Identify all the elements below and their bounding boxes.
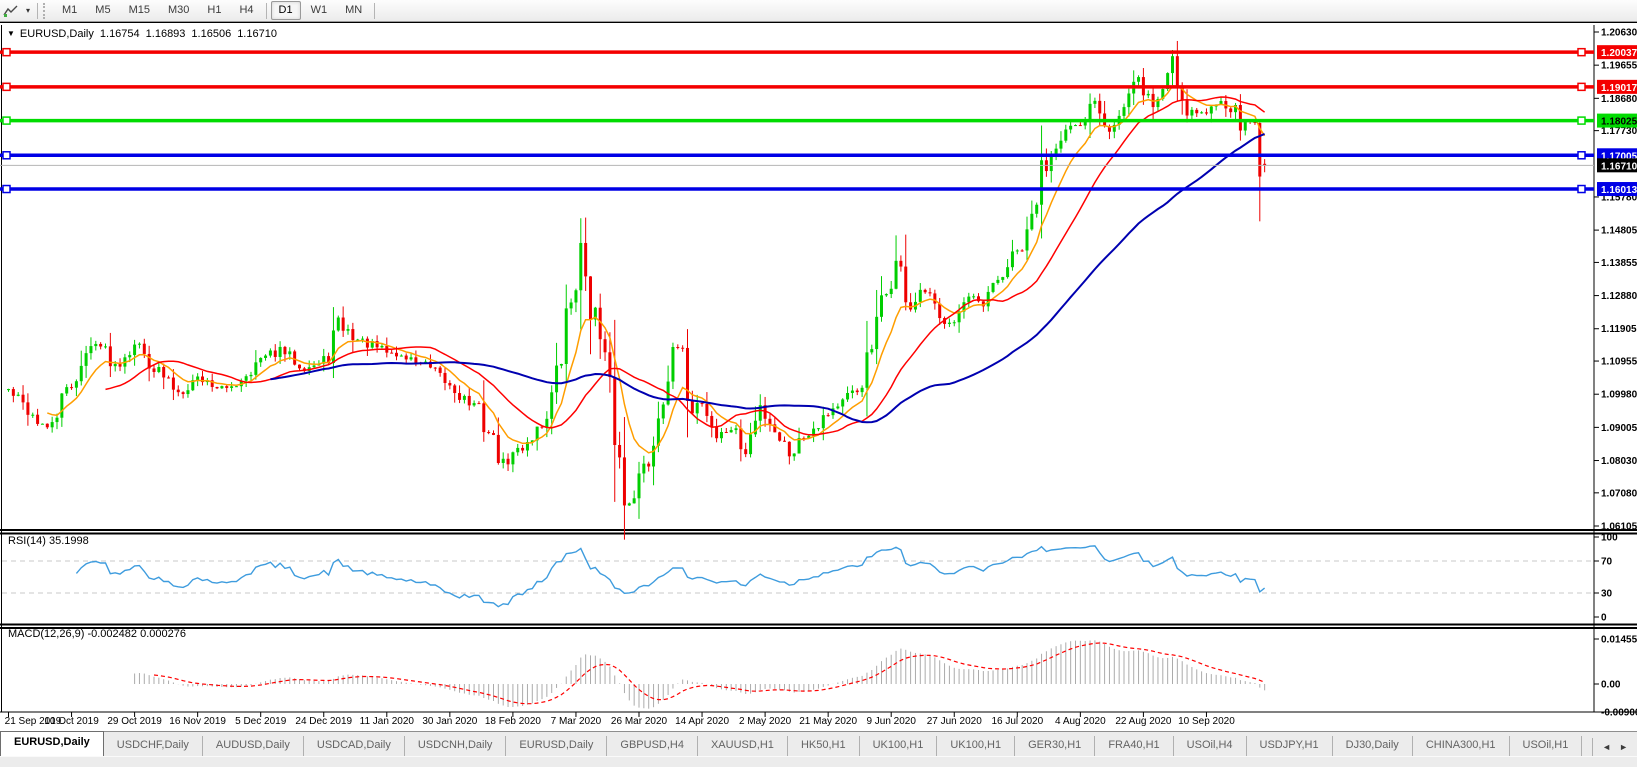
svg-text:1.18680: 1.18680: [1601, 94, 1637, 105]
tab-17-usoil-h1[interactable]: USOil,H1: [1510, 736, 1583, 756]
svg-text:0.014556: 0.014556: [1601, 635, 1637, 646]
chart-symbol: EURUSD,Daily: [19, 28, 94, 40]
symbol-tabbar: EURUSD,Daily USDCHF,Daily AUDUSD,Daily USDC…: [0, 731, 1637, 757]
tab-14-usdjpy-h1[interactable]: USDJPY,H1: [1247, 736, 1333, 756]
tab-8-hk50-h1[interactable]: HK50,H1: [788, 736, 860, 756]
toolbar-grip[interactable]: [43, 2, 49, 19]
toolbar: ▾ M1 M5 M15 M30 H1 H4 D1 W1 MN: [0, 0, 1637, 22]
tab-13-usoil-h4[interactable]: USOil,H4: [1174, 736, 1247, 756]
svg-text:1.20037: 1.20037: [1601, 48, 1637, 59]
tab-7-xauusd-h1[interactable]: XAUUSD,H1: [698, 736, 788, 756]
svg-text:30: 30: [1601, 589, 1613, 600]
svg-text:1.16013: 1.16013: [1601, 185, 1637, 196]
timeframe-button-h4[interactable]: H4: [231, 1, 261, 20]
timeframe-button-m15[interactable]: M15: [121, 1, 158, 20]
svg-text:26 Mar 2020: 26 Mar 2020: [611, 716, 668, 727]
svg-text:1.06105: 1.06105: [1601, 522, 1637, 533]
chart-canvas[interactable]: 1.206301.196551.186801.177301.157801.148…: [0, 23, 1637, 732]
timeframe-button-mn[interactable]: MN: [337, 1, 370, 20]
svg-text:24 Dec 2019: 24 Dec 2019: [295, 716, 352, 727]
svg-text:1.17730: 1.17730: [1601, 126, 1637, 137]
mt4-terminal: { "toolbar": { "dropdown_caret": "▾", "t…: [0, 0, 1637, 767]
timeframe-button-d1[interactable]: D1: [270, 1, 301, 20]
symbol-tabs: EURUSD,Daily USDCHF,Daily AUDUSD,Daily USDC…: [0, 731, 1583, 757]
svg-text:1.13855: 1.13855: [1601, 258, 1637, 269]
svg-text:30 Jan 2020: 30 Jan 2020: [422, 716, 477, 727]
macd-indicator-label: MACD(12,26,9) -0.002482 0.000276: [8, 628, 186, 640]
svg-text:16 Nov 2019: 16 Nov 2019: [169, 716, 226, 727]
tab-1-usdchf-daily[interactable]: USDCHF,Daily: [104, 736, 203, 756]
ohlc-open: 1.16754: [99, 28, 140, 40]
svg-text:18 Feb 2020: 18 Feb 2020: [485, 716, 542, 727]
ohlc-high: 1.16893: [145, 28, 186, 40]
tab-9-uk100-h1[interactable]: UK100,H1: [860, 736, 938, 756]
svg-text:7 Mar 2020: 7 Mar 2020: [551, 716, 602, 727]
tab-scroll-left-icon[interactable]: ◄: [1602, 742, 1611, 752]
tab-10-uk100-h1[interactable]: UK100,H1: [937, 736, 1016, 756]
toolbar-separator: [265, 2, 267, 19]
svg-text:1.19017: 1.19017: [1601, 83, 1637, 94]
svg-text:1.11905: 1.11905: [1601, 324, 1637, 335]
svg-text:22 Aug 2020: 22 Aug 2020: [1115, 716, 1172, 727]
svg-text:10 Oct 2019: 10 Oct 2019: [44, 716, 99, 727]
svg-text:0.00: 0.00: [1601, 680, 1621, 691]
ohlc-low: 1.16506: [191, 28, 232, 40]
chart-line-icon: [3, 5, 18, 17]
tab-3-usdcad-daily[interactable]: USDCAD,Daily: [304, 736, 405, 756]
svg-text:1.19655: 1.19655: [1601, 61, 1637, 72]
tab-16-china300-h1[interactable]: CHINA300,H1: [1413, 736, 1510, 756]
tab-15-dj30-daily[interactable]: DJ30,Daily: [1333, 736, 1413, 756]
svg-text:5 Dec 2019: 5 Dec 2019: [235, 716, 287, 727]
svg-text:1.10955: 1.10955: [1601, 357, 1637, 368]
svg-text:1.08030: 1.08030: [1601, 456, 1637, 467]
tab-6-gbpusd-h4[interactable]: GBPUSD,H4: [607, 736, 698, 756]
chart-window: 1.20630 1.19655 1.18680 1.17730 1.15780 1.148…: [0, 22, 1637, 731]
svg-text:9 Jun 2020: 9 Jun 2020: [866, 716, 916, 727]
svg-text:-0.009003: -0.009003: [1601, 708, 1637, 719]
ohlc-close: 1.16710: [237, 28, 277, 40]
timeframe-buttons: M1 M5 M15 M30 H1 H4 D1 W1 MN: [53, 0, 371, 22]
tab-scroll-right-icon[interactable]: ►: [1619, 742, 1628, 752]
svg-text:100: 100: [1601, 533, 1618, 544]
svg-text:1.20630: 1.20630: [1601, 28, 1637, 39]
svg-text:29 Oct 2019: 29 Oct 2019: [107, 716, 162, 727]
svg-text:4 Aug 2020: 4 Aug 2020: [1055, 716, 1106, 727]
timeframe-button-m5[interactable]: M5: [87, 1, 118, 20]
svg-text:70: 70: [1601, 557, 1613, 568]
svg-text:1.18025: 1.18025: [1601, 117, 1637, 128]
tab-12-fra40-h1[interactable]: FRA40,H1: [1095, 736, 1174, 756]
svg-text:1.16710: 1.16710: [1601, 161, 1637, 172]
svg-text:1.09980: 1.09980: [1601, 390, 1637, 401]
chart-tools-button[interactable]: [0, 1, 22, 21]
toolbar-separator: [374, 2, 376, 19]
status-strip: [0, 756, 1637, 767]
chart-tools-dropdown[interactable]: ▾: [22, 1, 34, 21]
tab-5-eurusd-daily[interactable]: EURUSD,Daily: [506, 736, 608, 756]
svg-text:14 Apr 2020: 14 Apr 2020: [675, 716, 729, 727]
svg-text:1.12880: 1.12880: [1601, 291, 1637, 302]
svg-text:1.09005: 1.09005: [1601, 423, 1637, 434]
svg-text:1.07080: 1.07080: [1601, 488, 1637, 499]
svg-text:16 Jul 2020: 16 Jul 2020: [991, 716, 1043, 727]
collapse-chart-icon[interactable]: ▼: [7, 29, 15, 38]
svg-text:11 Jan 2020: 11 Jan 2020: [360, 716, 415, 727]
svg-text:0: 0: [1601, 613, 1607, 624]
toolbar-separator: [37, 2, 39, 19]
timeframe-button-h1[interactable]: H1: [199, 1, 229, 20]
tab-0-eurusd-daily[interactable]: EURUSD,Daily: [0, 731, 104, 757]
timeframe-button-w1[interactable]: W1: [303, 1, 336, 20]
svg-text:1.14805: 1.14805: [1601, 226, 1637, 237]
tab-11-ger30-h1[interactable]: GER30,H1: [1015, 736, 1096, 756]
chart-title: ▼ EURUSD,Daily 1.16754 1.16893 1.16506 1.1671…: [7, 28, 277, 40]
svg-text:27 Jun 2020: 27 Jun 2020: [927, 716, 982, 727]
tab-scroll-arrows: ◄ ►: [1592, 738, 1637, 756]
rsi-indicator-label: RSI(14) 35.1998: [8, 535, 89, 547]
tab-2-audusd-daily[interactable]: AUDUSD,Daily: [203, 736, 304, 756]
tab-4-usdcnh-daily[interactable]: USDCNH,Daily: [405, 736, 507, 756]
timeframe-button-m1[interactable]: M1: [54, 1, 85, 20]
svg-text:21 May 2020: 21 May 2020: [799, 716, 857, 727]
timeframe-button-m30[interactable]: M30: [160, 1, 197, 20]
svg-text:2 May 2020: 2 May 2020: [739, 716, 792, 727]
svg-text:10 Sep 2020: 10 Sep 2020: [1178, 716, 1235, 727]
